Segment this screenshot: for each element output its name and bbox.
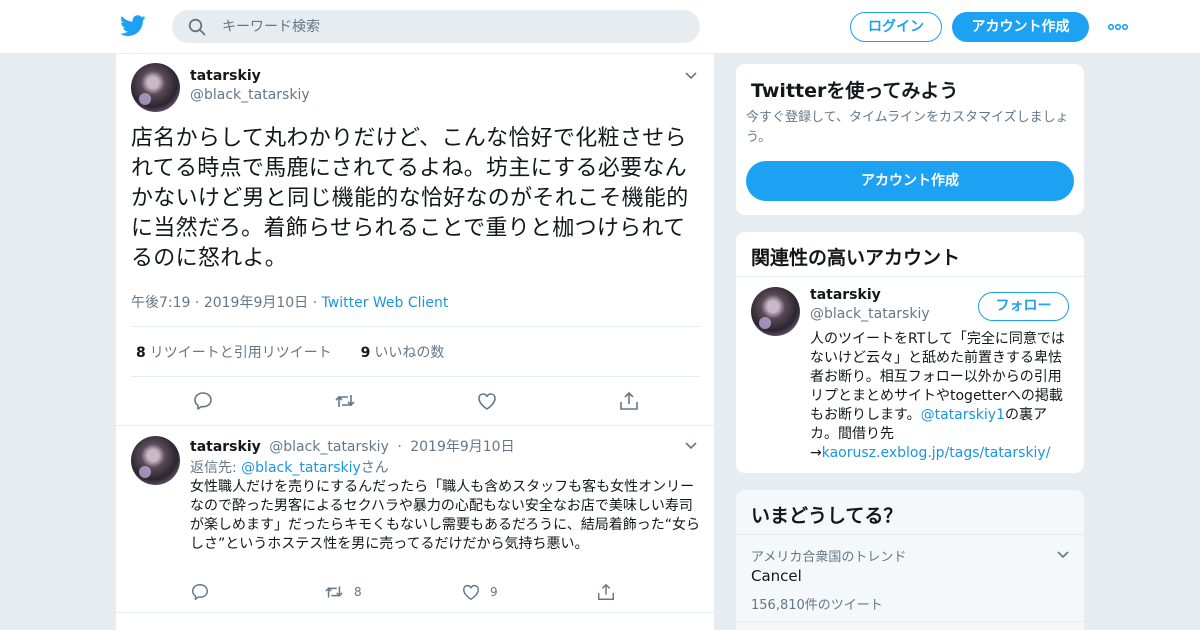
divider: [736, 276, 1084, 277]
chevron-down-icon[interactable]: [684, 71, 698, 81]
tweet-author-name[interactable]: tatarskiy: [190, 68, 261, 84]
retweet-icon[interactable]: [324, 582, 344, 602]
tweet-author-handle[interactable]: @black_tatarskiy: [190, 87, 310, 103]
trend-tweet-count: 156,810件のツイート: [751, 598, 883, 613]
tweet-text: 女性職人だけを売りにするんだったら「職人も含めスタッフも客も女性オンリーなので酔…: [190, 479, 700, 552]
divider: [116, 612, 714, 613]
retweet-stat[interactable]: 8 リツイートと引用リツイート: [136, 345, 332, 361]
related-account-bio: 人のツイートをRTして「完全に同意ではないけど云々」と舐めた前置きする卑怯者お断…: [810, 330, 1074, 463]
signup-button[interactable]: アカウント作成: [952, 12, 1089, 42]
related-account-handle[interactable]: @black_tatarskiy: [810, 306, 930, 322]
tweet-client-link[interactable]: Twitter Web Client: [322, 295, 449, 311]
follow-button[interactable]: フォロー: [978, 292, 1069, 321]
avatar[interactable]: [751, 287, 800, 336]
tweet-time[interactable]: 午後7:19: [131, 295, 190, 311]
trend-name[interactable]: Cancel: [751, 567, 802, 585]
tweet-author-name[interactable]: tatarskiy: [190, 439, 261, 455]
signup-card-title: Twitterを使ってみよう: [751, 80, 959, 102]
reply-to: 返信先: @black_tatarskiyさん: [190, 457, 389, 477]
tweet-text: 店名からして丸わかりだけど、こんな恰好で化粧させられてる時点で馬鹿にされてるよね…: [131, 126, 689, 271]
trends-card: いまどうしてる？ アメリカ合衆国のトレンド Cancel 156,810件のツイ…: [735, 489, 1085, 630]
retweet-count: 8: [354, 585, 362, 599]
avatar[interactable]: [131, 63, 180, 112]
timeline-column: tatarskiy @black_tatarskiy 店名からして丸わかりだけど…: [115, 54, 715, 630]
tweet-stats: 8 リツイートと引用リツイート 9 いいねの数: [136, 342, 444, 362]
retweet-label: リツイートと引用リツイート: [149, 345, 332, 361]
like-count: 9: [490, 585, 498, 599]
retweet-count: 8: [136, 345, 146, 361]
login-button[interactable]: ログイン: [850, 12, 942, 42]
related-accounts-title: 関連性の高いアカウント: [751, 247, 961, 269]
tweet-timestamp: 午後7:19 · 2019年9月10日 · Twitter Web Client: [131, 295, 449, 311]
retweet-icon[interactable]: [334, 390, 356, 412]
trend-location: アメリカ合衆国のトレンド: [751, 550, 907, 565]
signup-card: Twitterを使ってみよう 今すぐ登録して、タイムラインをカスタマイズしましょ…: [735, 63, 1085, 216]
divider: [131, 376, 700, 377]
reply-header: tatarskiy @black_tatarskiy · 2019年9月10日: [190, 439, 515, 455]
avatar[interactable]: [131, 436, 180, 485]
search-box: [172, 10, 700, 43]
related-accounts-card: 関連性の高いアカウント tatarskiy @black_tatarskiy フ…: [735, 231, 1085, 474]
reply-icon[interactable]: [190, 582, 210, 602]
reply-to-suffix: さん: [360, 460, 389, 476]
reply-to-handle-link[interactable]: @black_tatarskiy: [241, 460, 361, 476]
divider: [131, 326, 700, 327]
more-options-icon[interactable]: [1106, 17, 1130, 37]
share-icon[interactable]: [618, 390, 640, 412]
like-stat[interactable]: 9 いいねの数: [361, 345, 445, 361]
top-navigation-bar: ログイン アカウント作成: [0, 0, 1200, 54]
twitter-bird-logo-icon[interactable]: [120, 14, 146, 38]
bio-mention-link[interactable]: @tatarskiy1: [921, 407, 1005, 423]
signup-card-button[interactable]: アカウント作成: [746, 161, 1074, 201]
share-icon[interactable]: [596, 582, 616, 602]
like-count: 9: [360, 345, 371, 361]
trends-title: いまどうしてる？: [751, 505, 903, 527]
reply-to-prefix: 返信先:: [190, 460, 237, 476]
divider: [736, 534, 1084, 535]
chevron-down-icon[interactable]: [684, 441, 698, 451]
chevron-down-icon[interactable]: [1056, 550, 1070, 560]
signup-card-description: 今すぐ登録して、タイムラインをカスタマイズしましょう。: [746, 110, 1069, 145]
tweet-author-handle[interactable]: @black_tatarskiy: [269, 439, 389, 455]
related-account-name[interactable]: tatarskiy: [810, 287, 881, 303]
like-icon[interactable]: [461, 582, 481, 602]
search-input[interactable]: [222, 10, 682, 43]
reply-icon[interactable]: [192, 390, 214, 412]
search-icon: [188, 18, 206, 36]
tweet-date[interactable]: 2019年9月10日: [204, 295, 308, 311]
like-icon[interactable]: [476, 390, 498, 412]
like-label: いいねの数: [374, 345, 445, 361]
bio-url-link[interactable]: kaorusz.exblog.jp/tags/tatarskiy/: [822, 445, 1051, 461]
divider: [736, 621, 1084, 622]
divider: [116, 425, 714, 426]
tweet-date[interactable]: 2019年9月10日: [410, 439, 514, 455]
